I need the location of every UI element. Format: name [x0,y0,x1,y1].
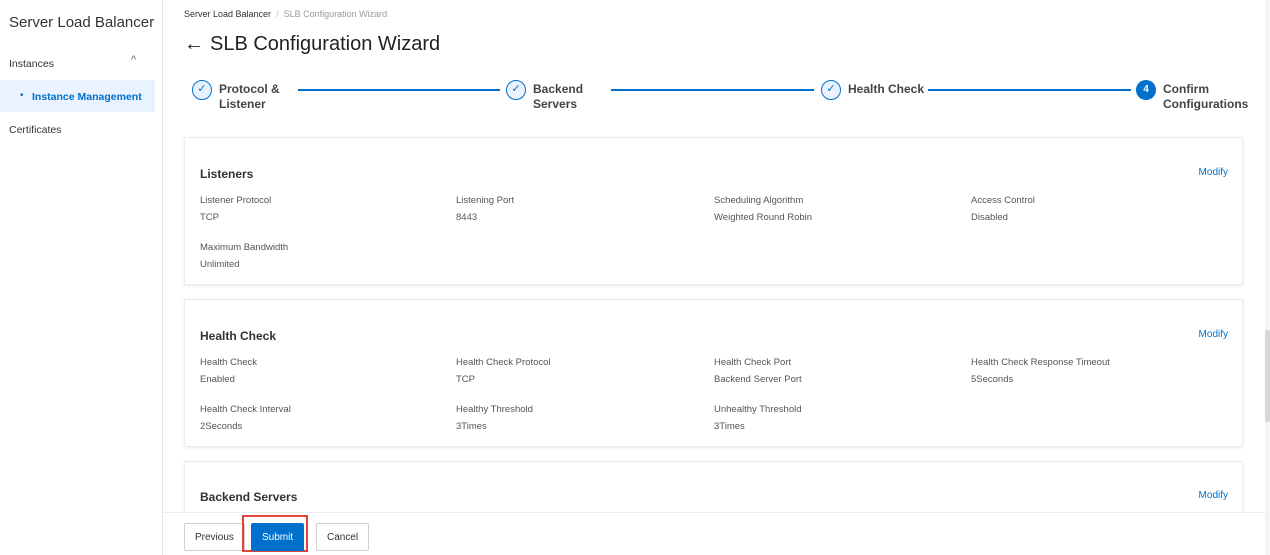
footer-actions: Previous Submit Cancel [163,512,1270,555]
check-icon: ✓ [192,80,212,100]
step-connector [928,89,1131,91]
health-check-card: Health Check Modify Health Check Enabled … [184,299,1243,447]
step-label: Backend Servers [533,82,584,111]
listeners-card: Listeners Modify Listener Protocol TCP Li… [184,137,1243,285]
field-unhealthy-threshold: Unhealthy Threshold 3Times [714,404,802,432]
step-label: Protocol & Listener [219,82,280,111]
sidebar: Server Load Balancer Instances ^ • Insta… [0,0,163,555]
chevron-up-icon[interactable]: ^ [131,54,136,66]
previous-button[interactable]: Previous [184,523,245,551]
sidebar-item-certificates[interactable]: Certificates [9,124,62,136]
cancel-button[interactable]: Cancel [316,523,370,551]
field-listener-protocol: Listener Protocol TCP [200,195,272,223]
sidebar-group-instances[interactable]: Instances ^ [0,52,162,74]
scrollbar-track[interactable] [1265,0,1270,555]
sidebar-item-instance-management[interactable]: • Instance Management [0,80,155,112]
field-healthy-threshold: Healthy Threshold 3Times [456,404,533,432]
submit-button[interactable]: Submit [251,523,305,551]
breadcrumb-separator: / [276,9,279,19]
field-health-check-port: Health Check Port Backend Server Port [714,357,802,385]
modify-listeners-link[interactable]: Modify [1199,167,1228,178]
back-arrow-icon[interactable]: ← [184,33,204,55]
card-title: Backend Servers [200,490,298,504]
sidebar-group-label: Instances [9,58,54,70]
bullet-icon: • [20,90,24,101]
field-health-check-response-timeout: Health Check Response Timeout 5Seconds [971,357,1110,385]
field-health-check: Health Check Enabled [200,357,258,385]
step-label: Health Check [848,82,925,96]
breadcrumb-root[interactable]: Server Load Balancer [184,9,271,19]
sidebar-title: Server Load Balancer [9,14,155,31]
page-title: ← SLB Configuration Wizard [184,33,440,56]
modify-health-check-link[interactable]: Modify [1199,329,1228,340]
field-health-check-protocol: Health Check Protocol TCP [456,357,551,385]
field-access-control: Access Control Disabled [971,195,1035,223]
sidebar-item-label: Instance Management [32,91,142,103]
card-title: Listeners [200,167,254,181]
step-connector [611,89,814,91]
check-icon: ✓ [506,80,526,100]
check-icon: ✓ [821,80,841,100]
step-connector [298,89,500,91]
card-title: Health Check [200,329,277,343]
modify-backend-servers-link[interactable]: Modify [1199,490,1228,501]
step-label: Confirm Configurations [1163,82,1249,111]
breadcrumb-current: SLB Configuration Wizard [283,9,388,19]
field-listening-port: Listening Port 8443 [456,195,515,223]
field-health-check-interval: Health Check Interval 2Seconds [200,404,291,432]
breadcrumb: Server Load Balancer / SLB Configuration W… [184,9,387,19]
page-title-text: SLB Configuration Wizard [210,33,441,55]
field-maximum-bandwidth: Maximum Bandwidth Unlimited [200,242,289,270]
field-scheduling-algorithm: Scheduling Algorithm Weighted Round Robin [714,195,813,223]
scrollbar-thumb[interactable] [1265,330,1270,422]
step-number-icon: 4 [1136,80,1156,100]
